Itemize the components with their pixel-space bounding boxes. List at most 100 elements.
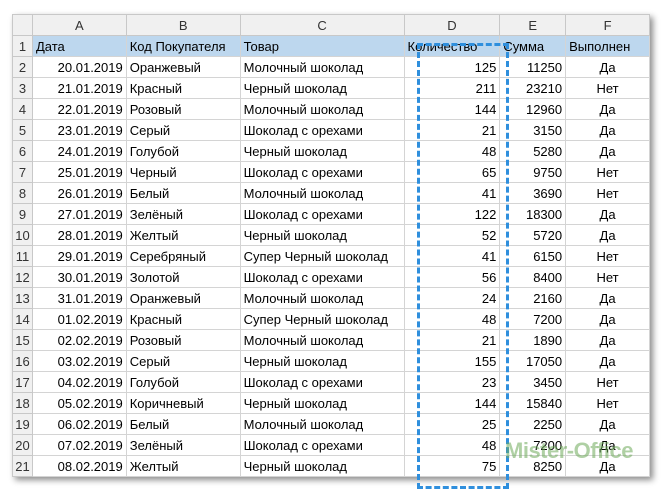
- cell[interactable]: 2250: [499, 413, 567, 435]
- cell[interactable]: 21.01.2019: [31, 77, 127, 99]
- cell[interactable]: 27.01.2019: [31, 203, 127, 225]
- cell[interactable]: 21: [403, 119, 501, 141]
- row-header[interactable]: 14: [12, 308, 33, 330]
- header-cell[interactable]: Товар: [239, 35, 405, 57]
- cell[interactable]: 7200: [499, 308, 567, 330]
- row-header[interactable]: 4: [12, 98, 33, 120]
- cell[interactable]: 24: [403, 287, 501, 309]
- row-header[interactable]: 11: [12, 245, 33, 267]
- cell[interactable]: Да: [565, 329, 650, 351]
- row-header[interactable]: 18: [12, 392, 33, 414]
- row-header[interactable]: 8: [12, 182, 33, 204]
- cell[interactable]: Супер Черный шоколад: [239, 245, 405, 267]
- cell[interactable]: Шоколад с орехами: [239, 203, 405, 225]
- cell[interactable]: Да: [565, 56, 650, 78]
- cell[interactable]: 8400: [499, 266, 567, 288]
- cell[interactable]: Серый: [125, 119, 241, 141]
- column-header-D[interactable]: D: [403, 14, 501, 36]
- cell[interactable]: 08.02.2019: [31, 455, 127, 477]
- cell[interactable]: 25: [403, 413, 501, 435]
- row-header[interactable]: 9: [12, 203, 33, 225]
- cell[interactable]: 31.01.2019: [31, 287, 127, 309]
- cell[interactable]: Черный: [125, 161, 241, 183]
- cell[interactable]: Шоколад с орехами: [239, 434, 405, 456]
- cell[interactable]: 02.02.2019: [31, 329, 127, 351]
- cell[interactable]: Да: [565, 308, 650, 330]
- cell[interactable]: Красный: [125, 77, 241, 99]
- row-header[interactable]: 17: [12, 371, 33, 393]
- cell[interactable]: 25.01.2019: [31, 161, 127, 183]
- cell[interactable]: Да: [565, 413, 650, 435]
- cell[interactable]: Золотой: [125, 266, 241, 288]
- cell[interactable]: Молочный шоколад: [239, 329, 405, 351]
- row-header[interactable]: 12: [12, 266, 33, 288]
- cell[interactable]: Нет: [565, 161, 650, 183]
- cell[interactable]: Зелёный: [125, 203, 241, 225]
- cell[interactable]: Да: [565, 119, 650, 141]
- cell[interactable]: Розовый: [125, 329, 241, 351]
- header-cell[interactable]: Выполнен: [565, 35, 650, 57]
- row-header[interactable]: 13: [12, 287, 33, 309]
- cell[interactable]: 23.01.2019: [31, 119, 127, 141]
- cell[interactable]: Белый: [125, 413, 241, 435]
- cell[interactable]: Розовый: [125, 98, 241, 120]
- cell[interactable]: Зелёный: [125, 434, 241, 456]
- cell[interactable]: Черный шоколад: [239, 140, 405, 162]
- cell[interactable]: Нет: [565, 182, 650, 204]
- cell[interactable]: Коричневый: [125, 392, 241, 414]
- cell[interactable]: Шоколад с орехами: [239, 161, 405, 183]
- row-header[interactable]: 19: [12, 413, 33, 435]
- row-header[interactable]: 21: [12, 455, 33, 477]
- cell[interactable]: 2160: [499, 287, 567, 309]
- cell[interactable]: Нет: [565, 77, 650, 99]
- cell[interactable]: Красный: [125, 308, 241, 330]
- cell[interactable]: Голубой: [125, 140, 241, 162]
- row-header[interactable]: 20: [12, 434, 33, 456]
- column-header-B[interactable]: B: [125, 14, 241, 36]
- cell[interactable]: 06.02.2019: [31, 413, 127, 435]
- cell[interactable]: 12960: [499, 98, 567, 120]
- cell[interactable]: 144: [403, 98, 501, 120]
- row-header[interactable]: 2: [12, 56, 33, 78]
- cell[interactable]: 48: [403, 434, 501, 456]
- cell[interactable]: 3690: [499, 182, 567, 204]
- cell[interactable]: Оранжевый: [125, 56, 241, 78]
- cell[interactable]: Черный шоколад: [239, 77, 405, 99]
- cell[interactable]: 1890: [499, 329, 567, 351]
- cell[interactable]: Нет: [565, 371, 650, 393]
- cell[interactable]: 04.02.2019: [31, 371, 127, 393]
- column-header-F[interactable]: F: [565, 14, 650, 36]
- cell[interactable]: 11250: [499, 56, 567, 78]
- cell[interactable]: Нет: [565, 392, 650, 414]
- cell[interactable]: Да: [565, 203, 650, 225]
- cell[interactable]: Шоколад с орехами: [239, 371, 405, 393]
- cell[interactable]: 48: [403, 308, 501, 330]
- cell[interactable]: Черный шоколад: [239, 392, 405, 414]
- cell[interactable]: Желтый: [125, 455, 241, 477]
- cell[interactable]: 56: [403, 266, 501, 288]
- cell[interactable]: 6150: [499, 245, 567, 267]
- cell[interactable]: 24.01.2019: [31, 140, 127, 162]
- cell[interactable]: 23: [403, 371, 501, 393]
- cell[interactable]: 65: [403, 161, 501, 183]
- cell[interactable]: 05.02.2019: [31, 392, 127, 414]
- cell[interactable]: Голубой: [125, 371, 241, 393]
- row-header[interactable]: 5: [12, 119, 33, 141]
- cell[interactable]: 75: [403, 455, 501, 477]
- header-cell[interactable]: Дата: [31, 35, 127, 57]
- cell[interactable]: 5720: [499, 224, 567, 246]
- row-header[interactable]: 7: [12, 161, 33, 183]
- cell[interactable]: 03.02.2019: [31, 350, 127, 372]
- cell[interactable]: 41: [403, 182, 501, 204]
- cell[interactable]: Шоколад с орехами: [239, 119, 405, 141]
- cell[interactable]: Черный шоколад: [239, 455, 405, 477]
- cell[interactable]: 3150: [499, 119, 567, 141]
- cell[interactable]: Серый: [125, 350, 241, 372]
- cell[interactable]: 22.01.2019: [31, 98, 127, 120]
- cell[interactable]: Оранжевый: [125, 287, 241, 309]
- row-header[interactable]: 15: [12, 329, 33, 351]
- cell[interactable]: 211: [403, 77, 501, 99]
- row-header[interactable]: 16: [12, 350, 33, 372]
- cell[interactable]: Да: [565, 140, 650, 162]
- row-header[interactable]: 1: [12, 35, 33, 57]
